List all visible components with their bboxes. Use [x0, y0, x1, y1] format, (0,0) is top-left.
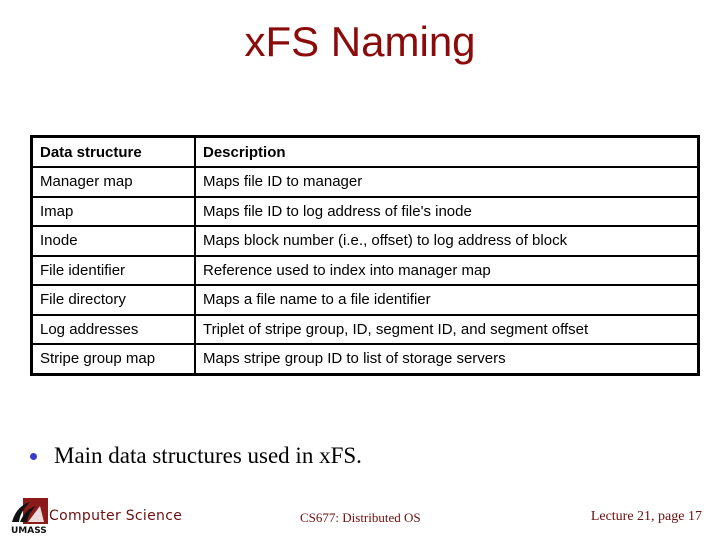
- table-row: File directory Maps a file name to a fil…: [30, 284, 700, 316]
- cell-structure: File directory: [30, 284, 196, 316]
- table-row: Stripe group map Maps stripe group ID to…: [30, 343, 700, 375]
- page-number: Lecture 21, page 17: [590, 509, 702, 524]
- cell-description: Triplet of stripe group, ID, segment ID,…: [194, 313, 700, 345]
- umass-logo-icon: UMASS: [11, 498, 48, 536]
- cell-description: Maps block number (i.e., offset) to log …: [194, 225, 700, 257]
- cell-description: Maps file ID to manager: [194, 166, 700, 198]
- table-row: File identifier Reference used to index …: [30, 254, 700, 286]
- cell-structure: Stripe group map: [30, 343, 196, 375]
- cell-structure: Manager map: [30, 166, 196, 198]
- table-row: Imap Maps file ID to log address of file…: [30, 195, 700, 227]
- bullet-dot-icon: [30, 452, 37, 460]
- course-name: CS677: Distributed OS: [300, 510, 421, 525]
- umass-logo: UMASS: [10, 498, 48, 536]
- data-structures-table: Data structure Description Manager map M…: [30, 135, 700, 376]
- bullet-text: Main data structures used in xFS.: [54, 443, 362, 468]
- cell-structure: Log addresses: [30, 313, 196, 345]
- department-name: Computer Science: [49, 508, 183, 524]
- cell-structure: Inode: [30, 225, 196, 257]
- cell-description: Maps a file name to a file identifier: [194, 284, 700, 316]
- cell-description: Maps file ID to log address of file's in…: [194, 195, 700, 227]
- cell-structure: Imap: [30, 195, 196, 227]
- bullet-item: Main data structures used in xFS.: [30, 443, 362, 469]
- cell-description: Maps stripe group ID to list of storage …: [194, 343, 700, 375]
- slide-title: xFS Naming: [244, 18, 476, 65]
- header-description: Description: [194, 135, 700, 168]
- table-row: Log addresses Triplet of stripe group, I…: [30, 313, 700, 345]
- header-data-structure: Data structure: [30, 135, 196, 168]
- cell-description: Reference used to index into manager map: [194, 254, 700, 286]
- table-row: Inode Maps block number (i.e., offset) t…: [30, 225, 700, 257]
- table-header-row: Data structure Description: [30, 135, 700, 168]
- table-row: Manager map Maps file ID to manager: [30, 166, 700, 198]
- svg-text:UMASS: UMASS: [11, 526, 47, 534]
- cell-structure: File identifier: [30, 254, 196, 286]
